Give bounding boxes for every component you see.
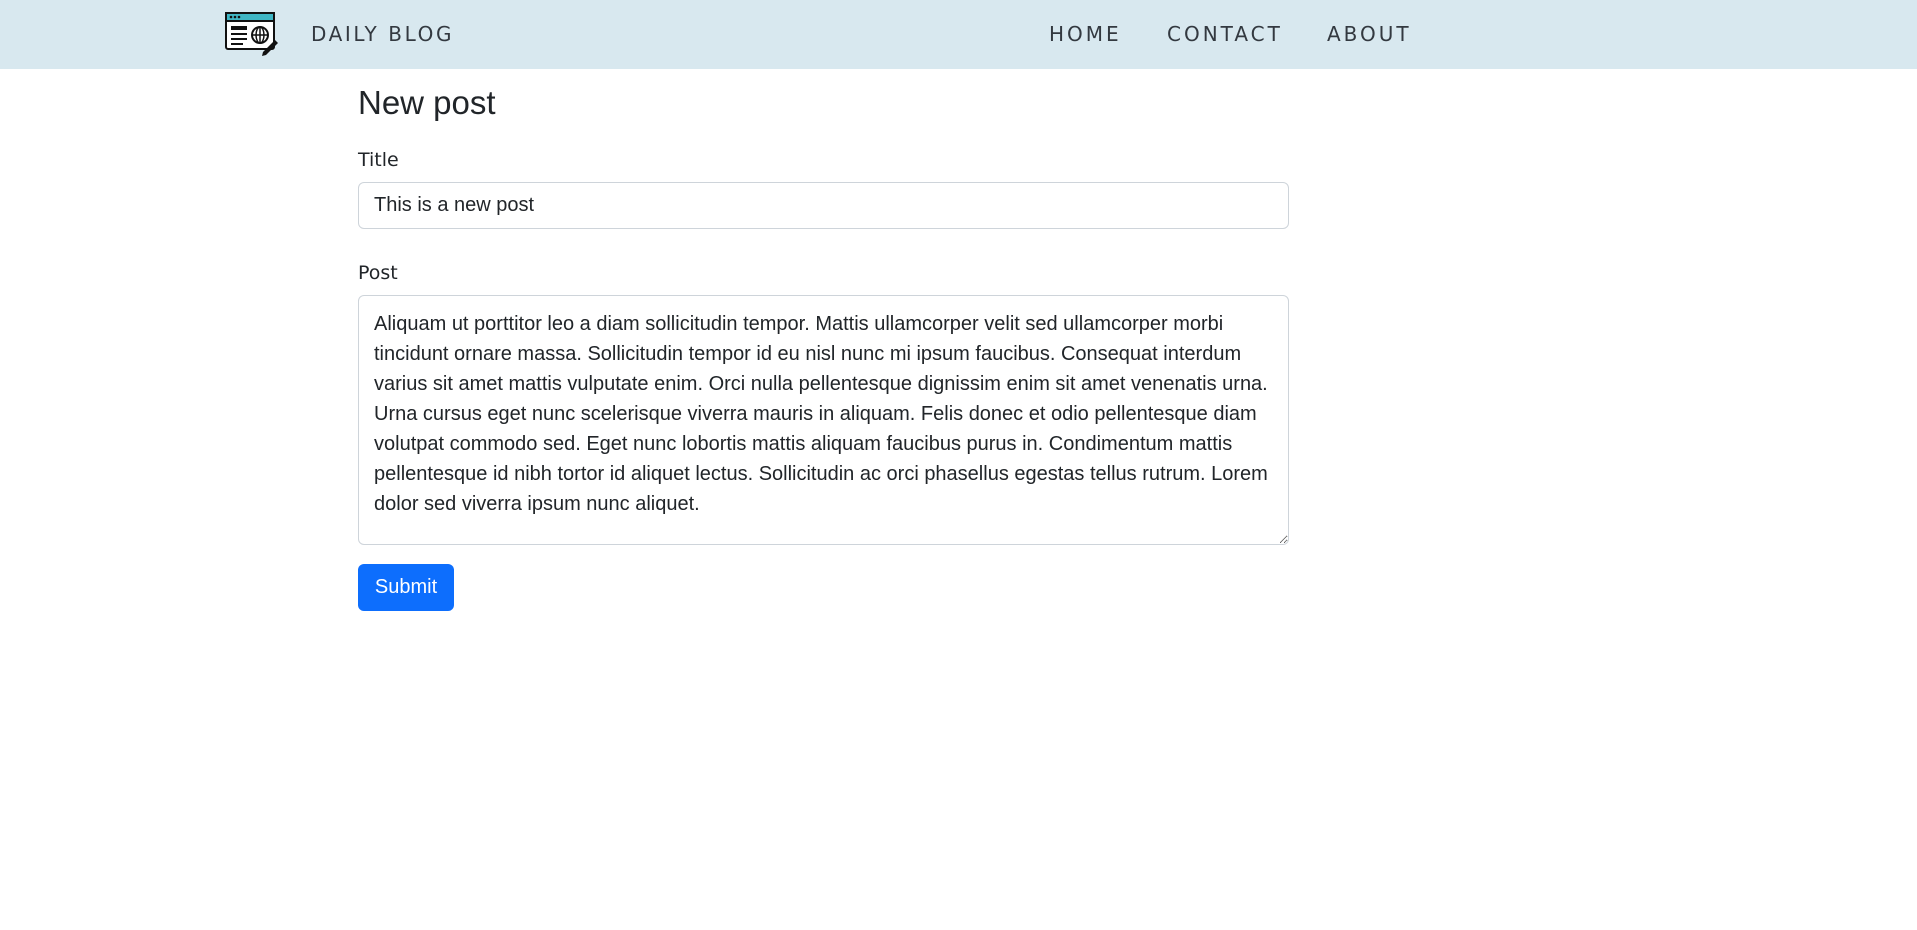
navbar: DAILY BLOG HOME CONTACT ABOUT: [0, 0, 1917, 69]
brand-name[interactable]: DAILY BLOG: [311, 22, 454, 46]
title-input[interactable]: [358, 182, 1289, 229]
blog-browser-icon[interactable]: [225, 12, 279, 56]
title-label: Title: [358, 149, 399, 171]
submit-button[interactable]: Submit: [358, 564, 454, 611]
page-title: New post: [358, 84, 496, 121]
post-textarea[interactable]: Aliquam ut porttitor leo a diam sollicit…: [358, 295, 1289, 545]
post-label: Post: [358, 262, 398, 284]
nav-link-about[interactable]: ABOUT: [1327, 22, 1412, 46]
nav-link-contact[interactable]: CONTACT: [1167, 22, 1283, 46]
nav-link-home[interactable]: HOME: [1049, 22, 1122, 46]
